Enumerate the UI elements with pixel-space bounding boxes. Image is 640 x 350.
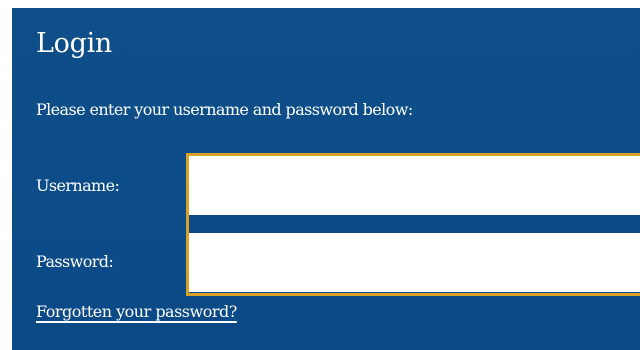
login-instructions: Please enter your username and password … <box>36 100 413 119</box>
password-input[interactable] <box>189 233 640 292</box>
input-focus-frame <box>186 153 640 296</box>
password-label: Password: <box>36 252 114 271</box>
login-panel: Login Please enter your username and pas… <box>12 8 640 350</box>
login-title: Login <box>36 28 112 59</box>
forgot-password-link[interactable]: Forgotten your password? <box>36 302 237 321</box>
username-label: Username: <box>36 176 120 195</box>
username-input[interactable] <box>189 156 640 215</box>
